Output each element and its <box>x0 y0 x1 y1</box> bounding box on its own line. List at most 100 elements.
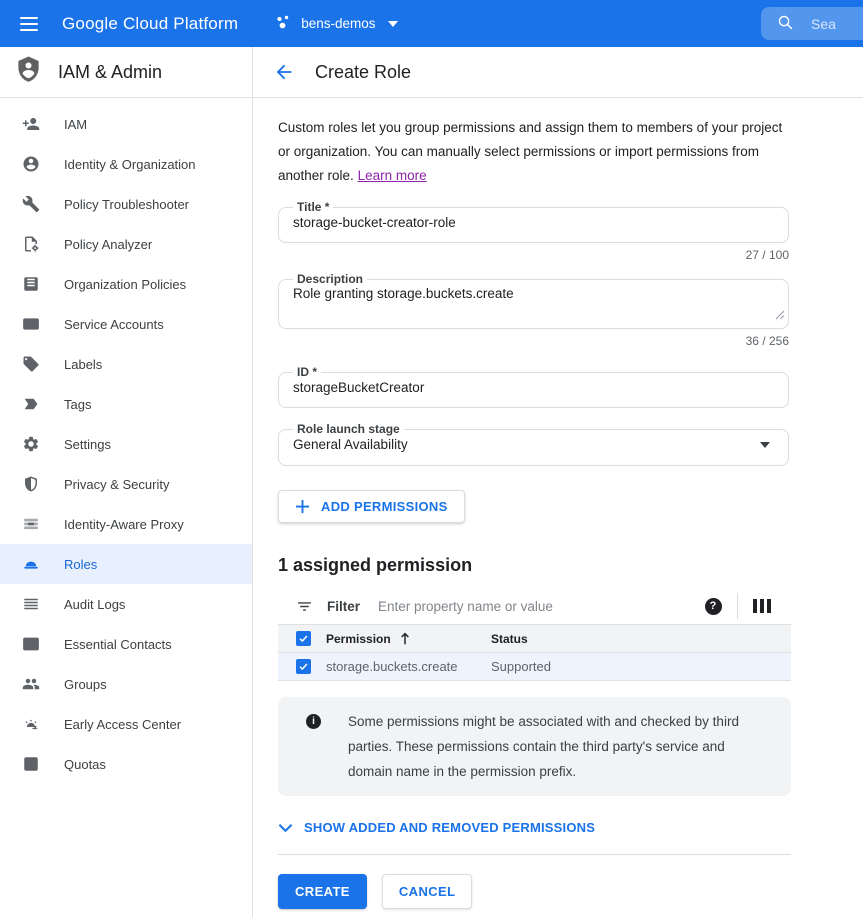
add-permissions-button[interactable]: ADD PERMISSIONS <box>278 490 465 523</box>
sidebar-item-iam[interactable]: IAM <box>0 104 252 144</box>
document-lines-icon <box>22 275 40 293</box>
section-header[interactable]: IAM & Admin <box>0 47 253 97</box>
description-field-label: Description <box>293 272 367 286</box>
launch-stage-field: Role launch stage General Availability <box>278 422 789 466</box>
intro-paragraph: Custom roles let you group permissions a… <box>278 116 792 188</box>
search-input[interactable]: Sea <box>761 7 863 40</box>
sidebar-item-privacy-security[interactable]: Privacy & Security <box>0 464 252 504</box>
product-logo[interactable]: Google Cloud Platform <box>62 14 238 34</box>
filter-input[interactable]: Enter property name or value <box>378 599 704 614</box>
project-dots-icon <box>274 13 292 34</box>
sidebar-item-label: Groups <box>64 677 107 692</box>
sidebar-item-label: Early Access Center <box>64 717 181 732</box>
sidebar-item-policy-troubleshooter[interactable]: Policy Troubleshooter <box>0 184 252 224</box>
project-selector[interactable]: bens-demos <box>274 13 398 34</box>
wrench-icon <box>22 195 40 213</box>
label-tag-icon <box>22 355 40 373</box>
launch-stage-select[interactable]: General Availability <box>291 436 776 458</box>
sidebar-item-label: IAM <box>64 117 87 132</box>
sidebar-item-audit-logs[interactable]: Audit Logs <box>0 584 252 624</box>
id-field: ID * <box>278 365 789 408</box>
sidebar-item-identity-aware-proxy[interactable]: Identity-Aware Proxy <box>0 504 252 544</box>
main-content: Custom roles let you group permissions a… <box>254 98 863 917</box>
sidebar-item-label: Identity-Aware Proxy <box>64 517 184 532</box>
row-checkbox[interactable] <box>296 659 311 674</box>
back-arrow-icon[interactable] <box>273 61 295 83</box>
sidebar-item-identity-organization[interactable]: Identity & Organization <box>0 144 252 184</box>
sidebar-item-label: Tags <box>64 397 91 412</box>
info-icon: i <box>306 714 321 729</box>
footer-divider <box>278 854 791 855</box>
assigned-permissions-heading: 1 assigned permission <box>278 555 863 576</box>
title-char-counter: 27 / 100 <box>278 248 789 262</box>
sidebar-item-policy-analyzer[interactable]: Policy Analyzer <box>0 224 252 264</box>
info-note-text: Some permissions might be associated wit… <box>348 709 771 784</box>
chevron-down-icon <box>388 21 398 27</box>
sidebar-item-label: Organization Policies <box>64 277 186 292</box>
col-header-permission[interactable]: Permission <box>326 632 391 646</box>
title-field: Title * <box>278 200 789 243</box>
help-icon[interactable]: ? <box>705 598 722 615</box>
account-circle-icon <box>22 155 40 173</box>
cell-permission: storage.buckets.create <box>326 659 458 674</box>
table-row[interactable]: storage.buckets.create Supported <box>278 653 791 681</box>
cancel-button[interactable]: CANCEL <box>382 874 473 909</box>
sidebar-item-labels[interactable]: Labels <box>0 344 252 384</box>
sidebar-item-quotas[interactable]: Quotas <box>0 744 252 784</box>
title-input[interactable] <box>291 214 776 235</box>
sidebar-item-essential-contacts[interactable]: Essential Contacts <box>0 624 252 664</box>
plus-icon <box>295 499 310 514</box>
col-header-status[interactable]: Status <box>491 632 791 646</box>
table-header-row: Permission Status <box>278 625 791 653</box>
toolbar-divider <box>737 593 738 619</box>
document-gear-icon <box>22 235 40 253</box>
sidebar-item-service-accounts[interactable]: Service Accounts <box>0 304 252 344</box>
id-field-label: ID * <box>293 365 321 379</box>
sidebar-item-settings[interactable]: Settings <box>0 424 252 464</box>
resize-handle-icon[interactable] <box>775 307 785 325</box>
intro-text: Custom roles let you group permissions a… <box>278 120 782 183</box>
iam-shield-icon <box>15 55 42 90</box>
people-icon <box>22 675 40 693</box>
permissions-table: Permission Status storage.buckets.create… <box>278 624 791 681</box>
sidebar-nav: IAM Identity & Organization Policy Troub… <box>0 98 253 917</box>
sidebar-item-label: Audit Logs <box>64 597 125 612</box>
menu-hamburger-icon[interactable] <box>20 17 38 31</box>
create-button[interactable]: CREATE <box>278 874 367 909</box>
sidebar-item-label: Service Accounts <box>64 317 164 332</box>
filter-toolbar: Filter Enter property name or value ? <box>278 588 791 624</box>
select-all-checkbox[interactable] <box>296 631 311 646</box>
shield-icon <box>22 475 40 493</box>
sidebar-item-label: Essential Contacts <box>64 637 172 652</box>
column-options-icon[interactable] <box>753 599 784 613</box>
sidebar-item-groups[interactable]: Groups <box>0 664 252 704</box>
section-title: IAM & Admin <box>58 62 162 83</box>
contact-card-icon <box>22 635 40 653</box>
quota-icon <box>22 755 40 773</box>
info-note: i Some permissions might be associated w… <box>278 697 791 796</box>
page-title: Create Role <box>315 62 411 83</box>
learn-more-link[interactable]: Learn more <box>358 168 427 183</box>
sort-ascending-icon[interactable] <box>399 632 411 645</box>
action-buttons: CREATE CANCEL <box>278 874 863 909</box>
show-permissions-label: SHOW ADDED AND REMOVED PERMISSIONS <box>304 820 595 835</box>
id-input[interactable] <box>291 379 776 400</box>
sidebar-item-tags[interactable]: Tags <box>0 384 252 424</box>
sidebar-item-label: Settings <box>64 437 111 452</box>
sunrise-icon <box>22 715 40 733</box>
list-lines-icon <box>22 595 40 613</box>
filter-label[interactable]: Filter <box>327 599 360 614</box>
tag-arrow-icon <box>22 395 40 413</box>
sidebar-item-roles[interactable]: Roles <box>0 544 252 584</box>
add-permissions-label: ADD PERMISSIONS <box>321 499 448 514</box>
sidebar-item-label: Identity & Organization <box>64 157 196 172</box>
sidebar-item-early-access-center[interactable]: Early Access Center <box>0 704 252 744</box>
launch-stage-label: Role launch stage <box>293 422 404 436</box>
show-permissions-toggle[interactable]: SHOW ADDED AND REMOVED PERMISSIONS <box>278 820 791 835</box>
sidebar-item-organization-policies[interactable]: Organization Policies <box>0 264 252 304</box>
title-field-label: Title * <box>293 200 333 214</box>
sidebar-item-label: Roles <box>64 557 97 572</box>
description-input[interactable]: Role granting storage.buckets.create <box>291 286 776 316</box>
search-icon <box>777 14 794 34</box>
project-name: bens-demos <box>301 16 375 31</box>
